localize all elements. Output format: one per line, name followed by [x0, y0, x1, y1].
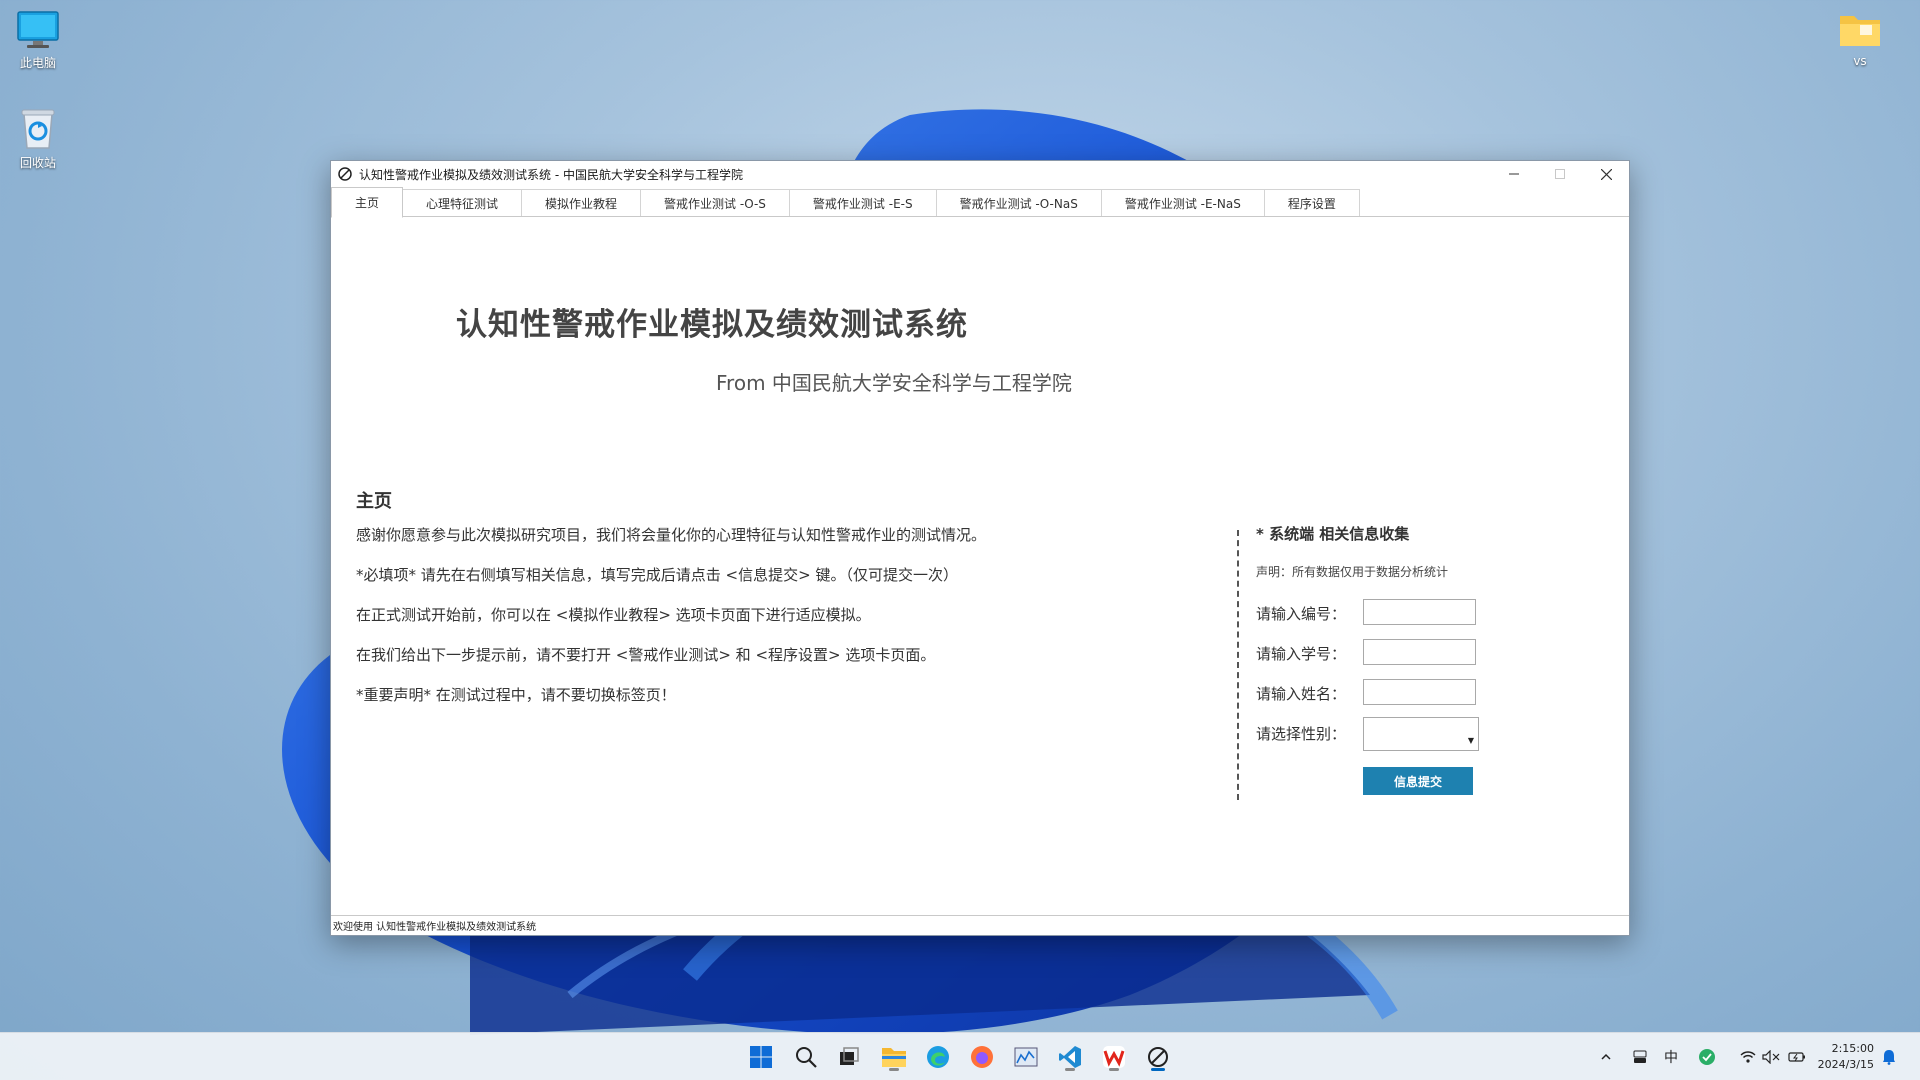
taskbar-wps[interactable]	[1098, 1041, 1130, 1073]
minimize-icon	[1509, 173, 1519, 175]
form-note: 声明：所有数据仅用于数据分析统计	[1256, 565, 1449, 579]
tab-test-o-s[interactable]: 警戒作业测试 -O-S	[641, 189, 790, 216]
taskbar-firefox[interactable]	[966, 1041, 998, 1073]
window-title: 认知性警戒作业模拟及绩效测试系统 - 中国民航大学安全科学与工程学院	[359, 167, 743, 182]
battery-charging-icon	[1788, 1052, 1805, 1062]
tab-test-e-nas[interactable]: 警戒作业测试 -E-NaS	[1101, 189, 1265, 216]
recycle-bin-icon	[21, 109, 55, 149]
start-button[interactable]	[745, 1041, 777, 1073]
volume-muted-icon	[1762, 1050, 1780, 1064]
status-bar: 欢迎使用 认知性警戒作业模拟及绩效测试系统	[331, 915, 1629, 935]
volume-button[interactable]	[1762, 1033, 1780, 1080]
maximize-button[interactable]	[1537, 161, 1583, 187]
clock[interactable]: 2:15:00 2024/3/15	[1818, 1041, 1874, 1073]
taskbar-edge[interactable]	[922, 1041, 954, 1073]
desktop-icon-label: 此电脑	[19, 56, 56, 70]
monitor-icon	[17, 11, 59, 48]
section-title: 主页	[356, 491, 392, 512]
task-view-icon	[840, 1047, 859, 1065]
student-no-input[interactable]	[1363, 639, 1476, 665]
show-hidden-icons-button[interactable]	[1600, 1033, 1612, 1080]
tab-test-e-s[interactable]: 警戒作业测试 -E-S	[789, 189, 937, 216]
tab-home[interactable]: 主页	[331, 187, 404, 218]
taskbar-file-explorer[interactable]	[878, 1041, 910, 1073]
task-view-button[interactable]	[833, 1041, 865, 1073]
firefox-icon	[971, 1046, 993, 1068]
tab-settings[interactable]: 程序设置	[1264, 189, 1360, 216]
id-input[interactable]	[1363, 599, 1476, 625]
running-indicator	[889, 1068, 899, 1071]
desktop-icon-label: vs	[1853, 54, 1867, 68]
maximize-icon	[1555, 169, 1565, 179]
minimize-button[interactable]	[1491, 161, 1537, 187]
form-title: * 系统端 相关信息收集	[1256, 525, 1410, 543]
tray-app-button[interactable]	[1632, 1033, 1648, 1080]
tab-test-o-nas[interactable]: 警戒作业测试 -O-NaS	[936, 189, 1102, 216]
name-label: 请输入姓名：	[1256, 685, 1347, 703]
search-icon	[796, 1047, 817, 1068]
gender-label: 请选择性别：	[1256, 725, 1347, 743]
running-indicator	[1109, 1068, 1119, 1071]
desktop-icon-label: 回收站	[19, 156, 56, 170]
page-subtitle: From 中国民航大学安全科学与工程学院	[716, 371, 1072, 395]
wechat-tray-button[interactable]	[1698, 1033, 1716, 1080]
app-window: 认知性警戒作业模拟及绩效测试系统 - 中国民航大学安全科学与工程学院 主页 心理…	[330, 160, 1630, 936]
clock-date: 2024/3/15	[1817, 1058, 1874, 1071]
app-logo-icon	[338, 167, 352, 181]
tab-bar: 主页 心理特征测试 模拟作业教程 警戒作业测试 -O-S 警戒作业测试 -E-S…	[331, 187, 1629, 218]
desktop-icon-recycle-bin[interactable]: 回收站	[0, 106, 76, 171]
wifi-icon	[1740, 1051, 1756, 1063]
tray-app-icon	[1633, 1050, 1647, 1063]
windows-logo-icon	[750, 1046, 772, 1068]
submit-button[interactable]: 信息提交	[1363, 767, 1473, 795]
clock-time: 2:15:00	[1831, 1042, 1874, 1055]
network-button[interactable]	[1740, 1033, 1756, 1080]
desktop-icon-vs-folder[interactable]: vs	[1822, 10, 1898, 68]
chart-monitor-icon	[1014, 1047, 1038, 1067]
gender-select[interactable]: ▼	[1363, 717, 1479, 751]
vscode-icon	[1059, 1046, 1081, 1068]
instruction-paragraph: 感谢你愿意参与此次模拟研究项目，我们将会量化你的心理特征与认知性警戒作业的测试情…	[356, 526, 987, 544]
page-title: 认知性警戒作业模拟及绩效测试系统	[456, 307, 968, 343]
instruction-paragraph: *重要声明* 在测试过程中，请不要切换标签页！	[356, 686, 676, 704]
wechat-icon	[1699, 1049, 1715, 1065]
active-indicator	[1151, 1068, 1165, 1071]
id-label: 请输入编号：	[1256, 605, 1347, 623]
name-input[interactable]	[1363, 679, 1476, 705]
desktop-icon-this-pc[interactable]: 此电脑	[0, 10, 76, 71]
running-indicator	[1065, 1068, 1075, 1071]
search-button[interactable]	[790, 1041, 822, 1073]
instruction-paragraph: *必填项* 请先在右侧填写相关信息，填写完成后请点击 <信息提交> 键。（仅可提…	[356, 566, 958, 584]
tab-psych-test[interactable]: 心理特征测试	[403, 189, 523, 216]
chevron-up-icon	[1601, 1053, 1611, 1060]
instruction-paragraph: 在我们给出下一步提示前，请不要打开 <警戒作业测试> 和 <程序设置> 选项卡页…	[356, 646, 936, 664]
home-page: 认知性警戒作业模拟及绩效测试系统 From 中国民航大学安全科学与工程学院 主页…	[331, 217, 1629, 907]
close-icon	[1600, 168, 1612, 180]
notifications-button[interactable]	[1882, 1033, 1896, 1080]
taskbar-vigilance-app[interactable]	[1142, 1041, 1174, 1073]
folder-icon	[882, 1048, 906, 1067]
ime-indicator[interactable]: 中	[1664, 1033, 1678, 1080]
taskbar-performance-monitor[interactable]	[1010, 1041, 1042, 1073]
taskbar: 中 2:15:00 2024/3/15	[0, 1032, 1920, 1080]
close-button[interactable]	[1583, 161, 1629, 187]
title-bar[interactable]: 认知性警戒作业模拟及绩效测试系统 - 中国民航大学安全科学与工程学院	[331, 161, 1629, 187]
instruction-paragraph: 在正式测试开始前，你可以在 <模拟作业教程> 选项卡页面下进行适应模拟。	[356, 606, 871, 624]
app-logo-icon	[1148, 1047, 1168, 1067]
edge-icon	[927, 1046, 949, 1068]
student-no-label: 请输入学号：	[1256, 645, 1347, 663]
taskbar-vscode[interactable]	[1054, 1041, 1086, 1073]
folder-icon	[1840, 16, 1880, 46]
battery-button[interactable]	[1788, 1033, 1806, 1080]
tab-tutorial[interactable]: 模拟作业教程	[522, 189, 642, 216]
dashed-divider	[1237, 530, 1239, 800]
wps-icon	[1103, 1046, 1125, 1068]
bell-icon	[1883, 1050, 1895, 1065]
dropdown-caret-icon: ▼	[1467, 736, 1474, 745]
